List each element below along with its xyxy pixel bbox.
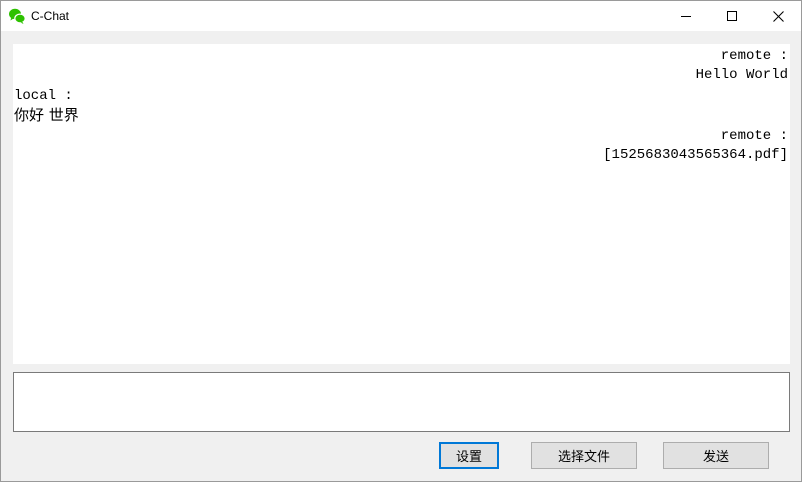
minimize-button[interactable]	[663, 1, 709, 31]
message-text: 你好 世界	[14, 106, 79, 124]
message-input[interactable]	[13, 372, 790, 432]
settings-button[interactable]: 设置	[439, 442, 499, 469]
app-window: C-Chat remote : Hello World local : 你好 世…	[0, 0, 802, 482]
choose-file-button[interactable]: 选择文件	[531, 442, 637, 469]
maximize-icon	[727, 11, 737, 21]
minimize-icon	[681, 11, 691, 21]
maximize-button[interactable]	[709, 1, 755, 31]
message-sender: remote :	[720, 128, 788, 144]
close-icon	[772, 10, 784, 22]
message-sender: local :	[14, 88, 73, 104]
wechat-bubbles-icon	[8, 7, 26, 25]
chat-history[interactable]: remote : Hello World local : 你好 世界 remot…	[13, 44, 790, 364]
message-text: Hello World	[695, 67, 788, 83]
title-bar[interactable]: C-Chat	[1, 1, 801, 31]
send-button[interactable]: 发送	[663, 442, 769, 469]
message-sender: remote :	[720, 48, 788, 64]
window-title: C-Chat	[31, 9, 70, 23]
close-button[interactable]	[755, 1, 801, 31]
message-file-link[interactable]: [1525683043565364.pdf]	[603, 146, 788, 164]
